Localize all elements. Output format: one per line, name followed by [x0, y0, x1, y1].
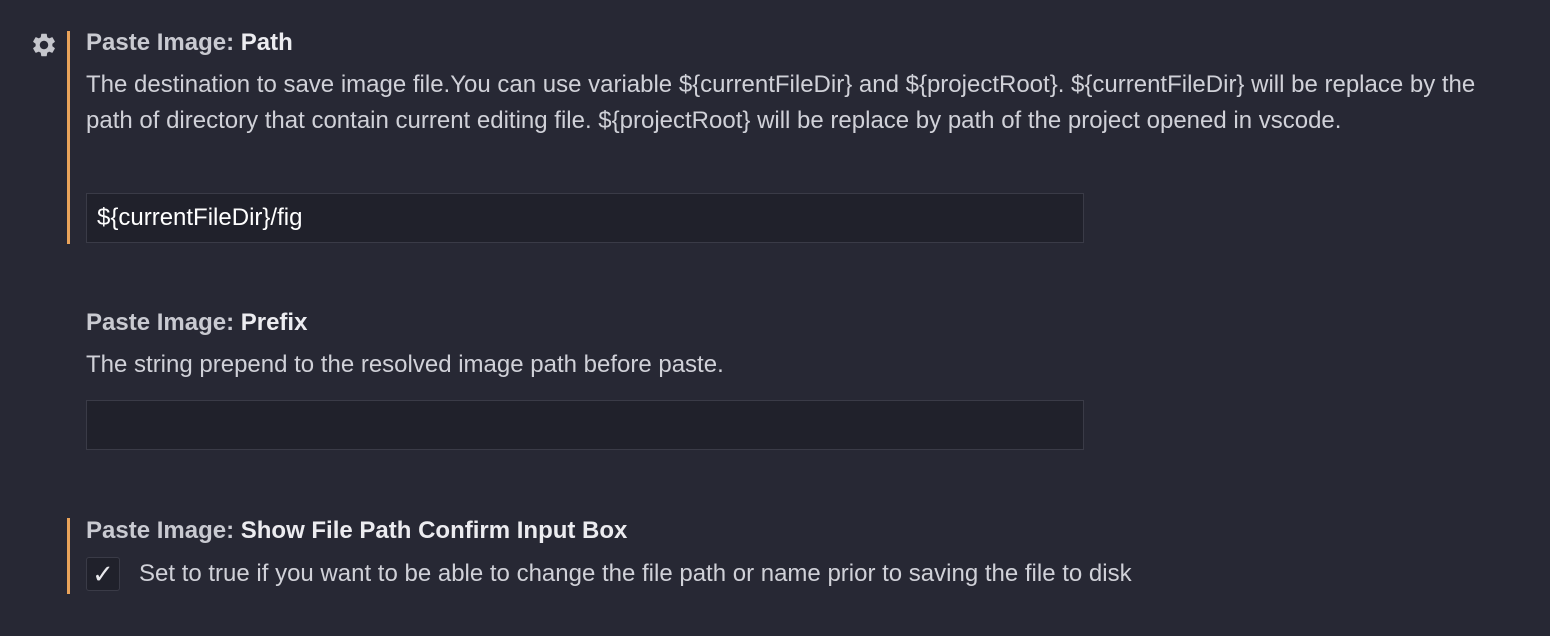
setting-description: The destination to save image file.You c…: [86, 71, 1476, 134]
setting-description: Set to true if you want to be able to ch…: [139, 560, 1132, 587]
setting-show-confirm-input-box: Paste Image: Show File Path Confirm Inpu…: [0, 516, 1550, 596]
modified-indicator: [67, 31, 70, 244]
setting-name: Path: [240, 29, 293, 56]
setting-title: Paste Image: Prefix: [86, 308, 307, 338]
setting-name: Show File Path Confirm Input Box: [240, 517, 628, 544]
confirm-input-box-checkbox[interactable]: ✓: [86, 557, 120, 591]
settings-list: Paste Image: Path The destination to sav…: [0, 0, 1550, 636]
setting-title: Paste Image: Show File Path Confirm Inpu…: [86, 516, 627, 546]
setting-category: Paste Image:: [86, 517, 241, 544]
modified-indicator: [67, 518, 70, 594]
setting-category: Paste Image:: [86, 29, 241, 56]
prefix-input[interactable]: [86, 400, 1084, 450]
setting-prefix: Paste Image: Prefix The string prepend t…: [0, 308, 1550, 458]
gear-icon[interactable]: [30, 31, 58, 59]
setting-name: Prefix: [240, 309, 308, 336]
setting-category: Paste Image:: [86, 309, 241, 336]
setting-description: The string prepend to the resolved image…: [86, 351, 724, 378]
path-input[interactable]: [86, 193, 1084, 243]
setting-title: Paste Image: Path: [86, 28, 293, 58]
setting-path: Paste Image: Path The destination to sav…: [0, 28, 1550, 248]
